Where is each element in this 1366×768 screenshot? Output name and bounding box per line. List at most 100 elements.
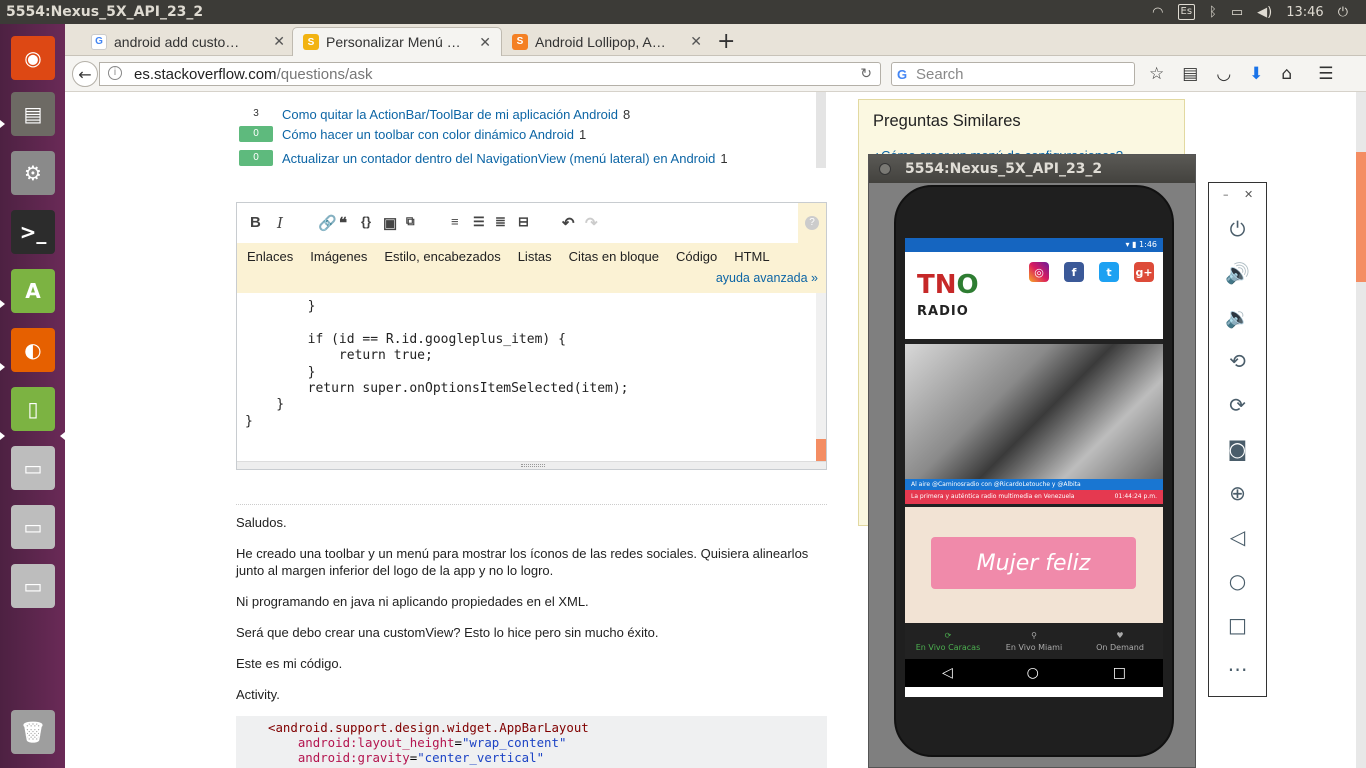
settings-icon: ⚙ xyxy=(11,151,55,195)
browser-tab-active[interactable]: S Personalizar Menú … ✕ xyxy=(292,27,502,56)
close-window-button[interactable] xyxy=(879,163,891,175)
power-menu-icon[interactable]: ⏻ xyxy=(1338,5,1348,20)
close-tab-icon[interactable]: ✕ xyxy=(273,33,285,50)
tab-en-vivo-miami[interactable]: ⚲ En Vivo Miami xyxy=(991,623,1077,659)
launcher-item[interactable]: 🗑 xyxy=(7,706,59,758)
related-question[interactable]: 0 Cómo hacer un toolbar con color dinámi… xyxy=(239,126,586,142)
twitter-icon[interactable]: t xyxy=(1099,262,1119,282)
url-bar[interactable]: i es.stackoverflow.com/questions/ask ↻ xyxy=(99,62,881,86)
hint-link[interactable]: Estilo, encabezados xyxy=(384,249,500,264)
horizontal-rule-button[interactable]: ⊟ xyxy=(518,214,529,230)
editor-resize-grip[interactable] xyxy=(237,461,826,469)
hint-link[interactable]: Código xyxy=(676,249,717,264)
editor-help[interactable]: ? xyxy=(798,203,826,243)
power-icon[interactable]: ⏻ xyxy=(1209,217,1266,241)
launcher-item[interactable]: ◐ xyxy=(7,324,59,376)
rotate-left-icon[interactable]: ⟲ xyxy=(1209,349,1266,373)
volume-down-icon[interactable]: 🔉 xyxy=(1209,305,1266,329)
volume-up-icon[interactable]: 🔊 xyxy=(1209,261,1266,285)
back-icon[interactable]: ◁ xyxy=(1209,525,1266,549)
android-back-icon[interactable]: ◁ xyxy=(942,665,953,681)
launcher-item[interactable]: A xyxy=(7,265,59,317)
battery-icon[interactable]: ▭ xyxy=(1231,5,1243,20)
editor-textarea[interactable]: } if (id == R.id.googleplus_item) { retu… xyxy=(237,293,826,463)
launcher-item[interactable]: ▭ xyxy=(7,501,59,553)
android-recents-icon[interactable]: □ xyxy=(1113,665,1126,681)
undo-button[interactable]: ↶ xyxy=(562,214,575,232)
phone-screen[interactable]: ▾ ▮ 1:46 TNO RADIO ◎ f t g+ Al aire @Cami… xyxy=(905,238,1163,697)
overview-icon[interactable]: □ xyxy=(1209,613,1266,637)
hint-link[interactable]: HTML xyxy=(734,249,769,264)
browser-tab[interactable]: S Android Lollipop, A… ✕ xyxy=(502,27,712,56)
launcher-item[interactable]: ◉ xyxy=(7,32,59,84)
site-info-icon[interactable]: i xyxy=(108,66,122,80)
related-question-link[interactable]: Actualizar un contador dentro del Naviga… xyxy=(282,151,715,166)
back-button[interactable]: ← xyxy=(72,61,98,87)
launcher-item[interactable]: >_ xyxy=(7,206,59,258)
launcher-item[interactable]: ▯ xyxy=(7,383,59,435)
launcher-item[interactable]: ▭ xyxy=(7,560,59,612)
snippet-button[interactable]: ⧉ xyxy=(406,214,415,229)
tab-en-vivo-caracas[interactable]: ⟳ En Vivo Caracas xyxy=(905,623,991,659)
close-icon[interactable]: ✕ xyxy=(1244,188,1253,201)
tab-on-demand[interactable]: ♥ On Demand xyxy=(1077,623,1163,659)
keyboard-layout-indicator[interactable]: Es xyxy=(1177,4,1196,20)
reload-icon[interactable]: ↻ xyxy=(860,65,872,82)
hint-link[interactable]: Enlaces xyxy=(247,249,293,264)
facebook-icon[interactable]: f xyxy=(1064,262,1084,282)
browser-tab[interactable]: G android add custo… ✕ xyxy=(81,27,295,56)
downloads-icon[interactable]: ⬇ xyxy=(1249,64,1263,84)
launcher-item[interactable]: ⚙ xyxy=(7,147,59,199)
volume-icon[interactable]: ◀) xyxy=(1257,5,1272,20)
camera-icon[interactable]: ◙ xyxy=(1209,437,1266,461)
bluetooth-icon[interactable]: ᛒ xyxy=(1209,5,1217,20)
italic-button[interactable]: I xyxy=(277,214,283,232)
hint-link[interactable]: Listas xyxy=(518,249,552,264)
launcher-item[interactable]: ▤ xyxy=(7,88,59,140)
bold-button[interactable]: B xyxy=(250,214,261,231)
rotate-right-icon[interactable]: ⟳ xyxy=(1209,393,1266,417)
hint-link[interactable]: Citas en bloque xyxy=(569,249,659,264)
emulator-title-bar[interactable]: 5554:Nexus_5X_API_23_2 xyxy=(869,155,1195,183)
minimize-icon[interactable]: – xyxy=(1223,188,1229,201)
zoom-icon[interactable]: ⊕ xyxy=(1209,481,1266,505)
related-question[interactable]: 3 Como quitar la ActionBar/ToolBar de mi… xyxy=(239,106,630,122)
related-question-link[interactable]: Cómo hacer un toolbar con color dinámico… xyxy=(282,127,574,142)
scroll-thumb[interactable] xyxy=(1356,152,1366,282)
heading-button[interactable]: ≣ xyxy=(495,214,506,230)
instagram-icon[interactable]: ◎ xyxy=(1029,262,1049,282)
disk-icon: ▭ xyxy=(11,505,55,549)
bulleted-list-button[interactable]: ☰ xyxy=(473,214,485,230)
image-button[interactable]: ▣ xyxy=(383,214,397,232)
new-tab-button[interactable]: + xyxy=(717,29,735,54)
link-button[interactable]: 🔗 xyxy=(318,214,337,232)
heart-icon: ♥ xyxy=(1116,630,1124,640)
close-tab-icon[interactable]: ✕ xyxy=(479,34,491,51)
search-input[interactable]: G Search xyxy=(891,62,1135,86)
redo-button[interactable]: ↷ xyxy=(585,214,598,232)
pocket-icon[interactable]: ◡ xyxy=(1216,64,1231,84)
wifi-icon[interactable]: ◠ xyxy=(1152,5,1163,20)
clock[interactable]: 13:46 xyxy=(1286,5,1323,20)
googleplus-icon[interactable]: g+ xyxy=(1134,262,1154,282)
android-home-icon[interactable]: ○ xyxy=(1027,665,1039,681)
home-icon[interactable]: ○ xyxy=(1209,569,1266,593)
grip-handle[interactable] xyxy=(521,464,545,467)
advanced-help-link[interactable]: ayuda avanzada » xyxy=(716,271,818,285)
menu-icon[interactable]: ☰ xyxy=(1318,64,1333,84)
bookmark-star-icon[interactable]: ☆ xyxy=(1149,64,1164,84)
related-scrollbar[interactable] xyxy=(816,92,826,168)
blockquote-button[interactable]: ❝ xyxy=(339,214,347,232)
hint-link[interactable]: Imágenes xyxy=(310,249,367,264)
close-tab-icon[interactable]: ✕ xyxy=(690,33,702,50)
related-question[interactable]: 0 Actualizar un contador dentro del Navi… xyxy=(239,150,728,166)
ordered-list-button[interactable]: ≡ xyxy=(451,214,459,229)
launcher-item[interactable]: ▭ xyxy=(7,442,59,494)
more-icon[interactable]: ⋯ xyxy=(1209,657,1266,681)
code-button[interactable]: {} xyxy=(361,214,371,229)
home-icon[interactable]: ⌂ xyxy=(1281,64,1292,84)
editor-scrollbar[interactable] xyxy=(816,293,826,469)
reading-list-icon[interactable]: ▤ xyxy=(1182,64,1198,84)
related-question-link[interactable]: Como quitar la ActionBar/ToolBar de mi a… xyxy=(282,107,618,122)
page-scrollbar[interactable] xyxy=(1356,92,1366,768)
